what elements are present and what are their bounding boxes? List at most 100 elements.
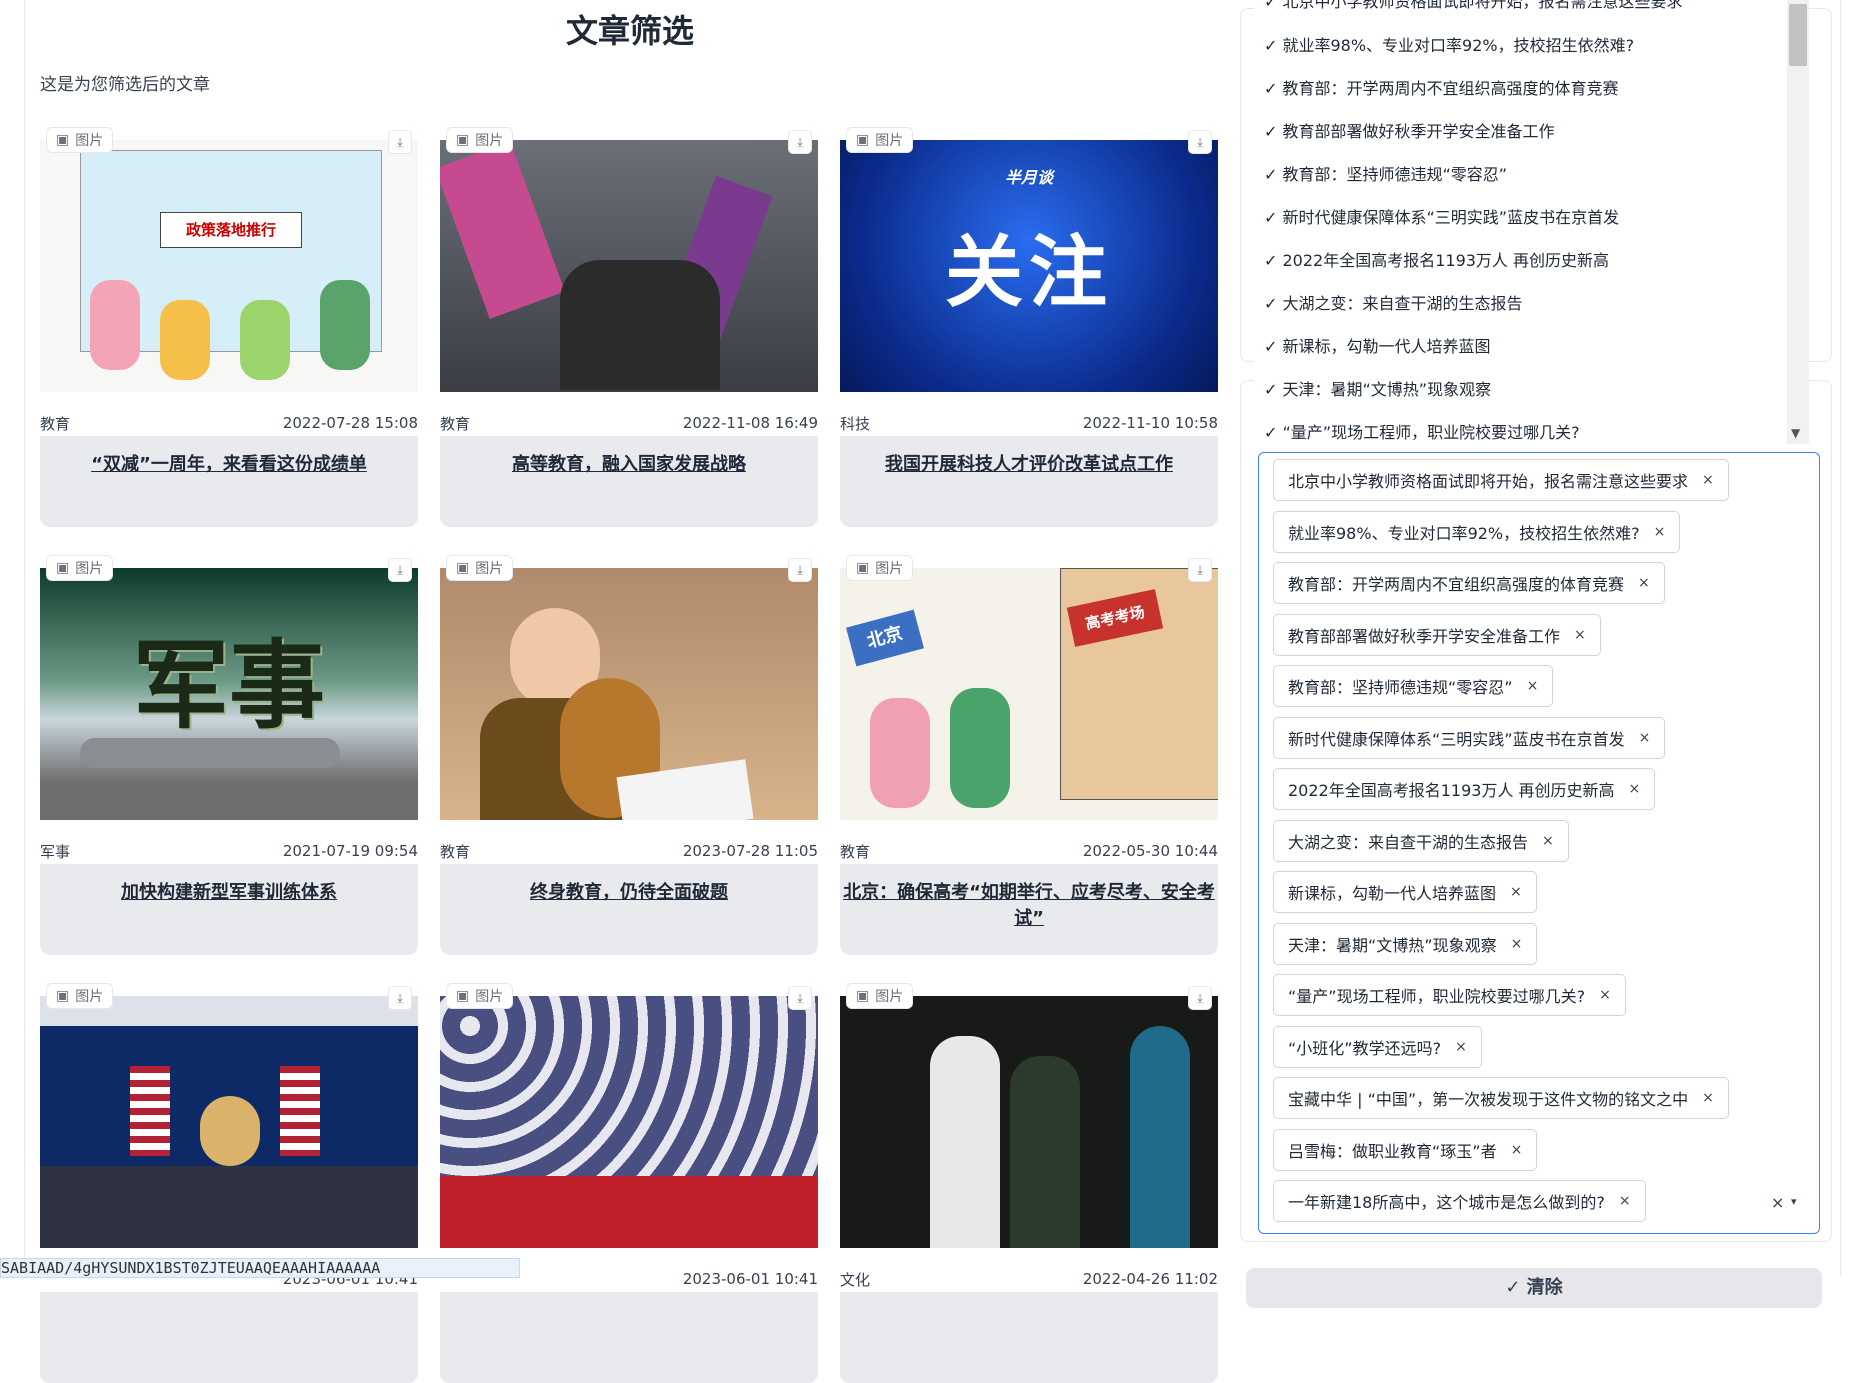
selected-tag[interactable]: 教育部：开学两周内不宜组织高强度的体育竞赛 × (1273, 562, 1665, 604)
article-date: 2022-05-30 10:44 (1082, 842, 1218, 860)
selected-tag[interactable]: 新课标，勾勒一代人培养蓝图 × (1273, 871, 1537, 913)
tag-label: 就业率98%、专业对口率92%，技校招生依然难? (1288, 523, 1640, 543)
tag-remove-icon[interactable]: × (1574, 627, 1586, 643)
article-date: 2022-07-28 15:08 (282, 414, 418, 432)
tag-remove-icon[interactable]: × (1638, 575, 1650, 591)
download-icon[interactable]: ⤓ (788, 130, 812, 154)
article-card[interactable]: ▣ 图片 ⤓ 2023-06-01 10:41 (40, 978, 418, 1383)
download-icon[interactable]: ⤓ (388, 986, 412, 1010)
article-image: ▣ 图片 ⤓ 军事 (40, 550, 418, 838)
image-chip: ▣ 图片 (846, 983, 914, 1009)
download-icon[interactable]: ⤓ (1188, 130, 1212, 154)
image-chip-label: 图片 (75, 133, 104, 149)
tag-remove-icon[interactable]: × (1542, 833, 1554, 849)
dropdown-option[interactable]: ✓ 北京中小学教师资格面试即将开始，报名需注意这些要求 (1264, 0, 1683, 12)
article-card[interactable]: ▣ 图片 ⤓ 军事 军事 2021-07-19 09:54 加快构建新型军事训练体系 (40, 550, 418, 955)
selected-tag[interactable]: 就业率98%、专业对口率92%，技校招生依然难? × (1273, 510, 1681, 553)
selected-tag[interactable]: 天津：暑期“文博热”现象观察 × (1273, 922, 1538, 965)
article-date: 2023-07-28 11:05 (682, 842, 818, 860)
page-subtitle: 这是为您筛选后的文章 (40, 75, 210, 95)
tag-remove-icon[interactable]: × (1527, 678, 1539, 694)
selected-tag[interactable]: 北京中小学教师资格面试即将开始，报名需注意这些要求 × (1273, 459, 1729, 501)
tag-remove-icon[interactable]: × (1702, 472, 1714, 488)
article-card[interactable]: ▣ 图片 ⤓ 2023-06-01 10:41 (440, 978, 818, 1383)
selected-tag[interactable]: 教育部：坚持师德违规“零容忍” × (1273, 665, 1554, 707)
scroll-down-icon[interactable]: ▼ (1791, 426, 1800, 440)
dropdown-option[interactable]: ✓ 教育部部署做好秋季开学安全准备工作 (1264, 118, 1555, 142)
dropdown-option[interactable]: ✓ 大湖之变：来自查干湖的生态报告 (1264, 290, 1523, 314)
article-title-link[interactable]: 终身教育，仍待全面破题 (440, 880, 818, 906)
article-photo (440, 996, 818, 1248)
tag-remove-icon[interactable]: × (1511, 936, 1523, 952)
dropdown-option[interactable]: ✓ 新课标，勾勒一代人培养蓝图 (1264, 333, 1491, 357)
page-title: 文章筛选 (565, 12, 694, 50)
article-meta: 科技 2022-11-10 10:58 (840, 410, 1218, 436)
selected-tag[interactable]: 2022年全国高考报名1193万人 再创历史新高 × (1273, 768, 1656, 810)
dropdown-option[interactable]: ✓ 教育部：坚持师德违规“零容忍” (1264, 161, 1507, 185)
selected-tag[interactable]: 宝藏中华 | “中国”，第一次被发现于这件文物的铭文之中 × (1273, 1077, 1729, 1119)
tag-label: 教育部部署做好秋季开学安全准备工作 (1288, 626, 1561, 646)
selected-tag[interactable]: 教育部部署做好秋季开学安全准备工作 × (1273, 613, 1601, 656)
dropdown-option[interactable]: ✓ 天津：暑期“文博热”现象观察 (1264, 376, 1491, 400)
article-card[interactable]: ▣ 图片 ⤓ 政策落地推行 教育 2022-07-28 15:08 “双减”一周年，来看看这… (40, 122, 418, 527)
tag-remove-icon[interactable]: × (1654, 524, 1666, 540)
article-meta: 文化 2022-04-26 11:02 (840, 1266, 1218, 1292)
tag-remove-icon[interactable]: × (1510, 884, 1522, 900)
article-card[interactable]: ▣ 图片 ⤓ 高考考场 北京 教育 2022-05-30 10:44 北京：确保高考“如期举行… (840, 550, 1218, 955)
selected-tag[interactable]: “小班化”教学还远吗? × (1273, 1025, 1482, 1068)
download-icon[interactable]: ⤓ (388, 558, 412, 582)
article-card[interactable]: ▣ 图片 ⤓ 教育 2022-11-08 16:49 高等教育，融入国家发展战略 (440, 122, 818, 527)
dropdown-option[interactable]: ✓ 教育部：开学两周内不宜组织高强度的体育竞赛 (1264, 75, 1619, 99)
selected-tag[interactable]: 吕雪梅：做职业教育“琢玉”者 × (1273, 1128, 1538, 1171)
selected-tag[interactable]: 一年新建18所高中，这个城市是怎么做到的? × (1273, 1180, 1646, 1222)
article-dropdown-list[interactable]: ✓ 北京中小学教师资格面试即将开始，报名需注意这些要求 ✓ 就业率98%、专业对口… (1254, 0, 1799, 444)
dropdown-scrollbar[interactable]: ▼ (1787, 0, 1809, 444)
clear-button[interactable]: ✓ 清除 (1246, 1268, 1822, 1308)
tag-remove-icon[interactable]: × (1619, 1193, 1631, 1209)
selected-tag[interactable]: 大湖之变：来自查干湖的生态报告 × (1273, 819, 1569, 862)
tag-remove-icon[interactable]: × (1639, 730, 1651, 746)
scroll-thumb[interactable] (1789, 4, 1807, 66)
article-date: 2021-07-19 09:54 (282, 842, 418, 860)
article-title-link[interactable]: 高等教育，融入国家发展战略 (440, 452, 818, 478)
download-icon[interactable]: ⤓ (788, 986, 812, 1010)
article-title-link[interactable]: 加快构建新型军事训练体系 (40, 880, 418, 906)
article-image: ▣ 图片 ⤓ 半月谈 关注 (840, 122, 1218, 410)
tag-remove-icon[interactable]: × (1599, 987, 1611, 1003)
tag-label: 教育部：开学两周内不宜组织高强度的体育竞赛 (1288, 575, 1625, 594)
selected-tag[interactable]: 新时代健康保障体系“三明实践”蓝皮书在京首发 × (1273, 716, 1666, 759)
image-chip: ▣ 图片 (846, 127, 914, 153)
article-card[interactable]: ▣ 图片 ⤓ 教育 2023-07-28 11:05 终身教育，仍待全面破题 (440, 550, 818, 955)
dropdown-option[interactable]: ✓ 新时代健康保障体系“三明实践”蓝皮书在京首发 (1264, 204, 1619, 228)
download-icon[interactable]: ⤓ (1188, 558, 1212, 582)
download-icon[interactable]: ⤓ (1188, 986, 1212, 1010)
download-icon[interactable]: ⤓ (388, 130, 412, 154)
dropdown-option[interactable]: ✓ “量产”现场工程师，职业院校要过哪几关? (1264, 419, 1580, 443)
tag-remove-icon[interactable]: × (1511, 1142, 1523, 1158)
image-icon: ▣ (56, 988, 70, 1004)
tag-label: 教育部：坚持师德违规“零容忍” (1288, 678, 1513, 697)
article-photo: 军事 (40, 568, 418, 820)
selected-tag[interactable]: “量产”现场工程师，职业院校要过哪几关? × (1273, 974, 1626, 1016)
dropdown-option[interactable]: ✓ 就业率98%、专业对口率92%，技校招生依然难? (1264, 32, 1634, 56)
article-meta: 教育 2022-11-08 16:49 (440, 410, 818, 436)
tag-remove-icon[interactable]: × (1455, 1039, 1467, 1055)
chevron-down-icon[interactable]: ▾ (1791, 1195, 1797, 1208)
image-chip-label: 图片 (75, 989, 104, 1005)
article-card[interactable]: ▣ 图片 ⤓ 半月谈 关注 科技 2022-11-10 10:58 我国开展科技人才评价改革试… (840, 122, 1218, 527)
image-chip: ▣ 图片 (446, 127, 514, 153)
article-title-link[interactable]: “双减”一周年，来看看这份成绩单 (40, 452, 418, 478)
multiselect-input[interactable]: 北京中小学教师资格面试即将开始，报名需注意这些要求 × 就业率98%、专业对口率92… (1258, 452, 1820, 1234)
image-icon: ▣ (856, 560, 870, 576)
tag-remove-icon[interactable]: × (1629, 781, 1641, 797)
tag-remove-icon[interactable]: × (1702, 1090, 1714, 1106)
article-card[interactable]: ▣ 图片 ⤓ 文化 2022-04-26 11:02 (840, 978, 1218, 1383)
article-title-link[interactable]: 我国开展科技人才评价改革试点工作 (840, 452, 1218, 478)
clear-all-icon[interactable]: × (1771, 1193, 1784, 1212)
article-title-link[interactable]: 北京：确保高考“如期举行、应考尽考、安全考试” (840, 880, 1218, 932)
tag-label: 一年新建18所高中，这个城市是怎么做到的? (1288, 1193, 1605, 1212)
download-icon[interactable]: ⤓ (788, 558, 812, 582)
dropdown-option[interactable]: ✓ 2022年全国高考报名1193万人 再创历史新高 (1264, 247, 1609, 271)
image-chip-label: 图片 (475, 133, 504, 149)
article-image: ▣ 图片 ⤓ (40, 978, 418, 1266)
